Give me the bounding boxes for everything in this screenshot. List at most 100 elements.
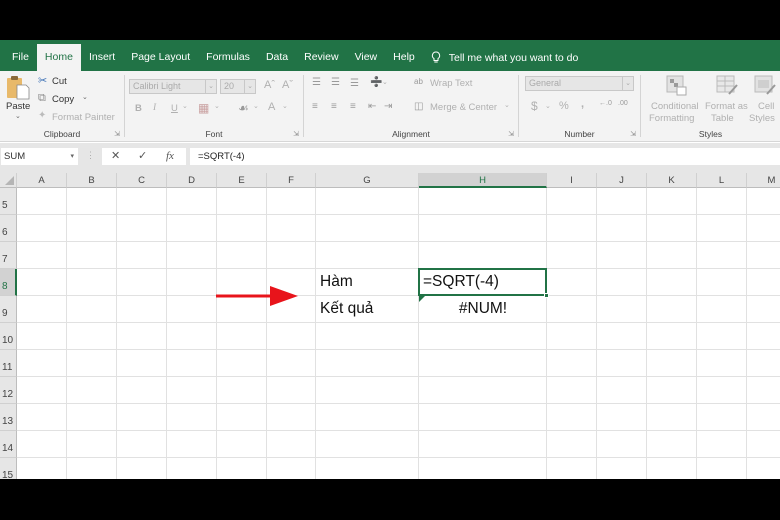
grid-row-line — [17, 349, 780, 350]
column-header-e[interactable]: E — [217, 173, 267, 188]
chevron-down-icon: ⌄ — [205, 80, 216, 93]
row-header-11[interactable]: 11 — [0, 350, 17, 377]
clipboard-paste-icon — [7, 76, 30, 100]
tab-formulas[interactable]: Formulas — [198, 44, 258, 71]
align-left-icon[interactable]: ≡ — [312, 101, 318, 112]
cut-button[interactable]: ✂ Cut — [38, 75, 98, 89]
wrap-text-icon: ab — [414, 77, 423, 86]
tab-view[interactable]: View — [347, 44, 386, 71]
row-header-12[interactable]: 12 — [0, 377, 17, 404]
align-bottom-icon[interactable]: ☰ — [350, 78, 359, 89]
name-box[interactable]: SUM ▾ — [1, 148, 78, 165]
copy-label: Copy — [52, 94, 75, 105]
font-name-combo[interactable]: Calibri Light ⌄ — [129, 79, 217, 94]
tab-data[interactable]: Data — [258, 44, 296, 71]
select-all-button[interactable] — [0, 173, 17, 188]
increase-indent-icon[interactable]: ⇥ — [384, 101, 392, 112]
tab-help[interactable]: Help — [385, 44, 423, 71]
merge-center-button[interactable]: ◫ Merge & Center ⌄ — [414, 101, 514, 115]
fill-handle[interactable] — [544, 293, 549, 298]
row-header-13[interactable]: 13 — [0, 404, 17, 431]
format-as-table-button[interactable]: Format as Table — [703, 74, 749, 124]
borders-icon[interactable]: ▦ — [198, 101, 209, 115]
tell-me-search[interactable]: Tell me what you want to do — [431, 44, 579, 71]
row-header-7[interactable]: 7 — [0, 242, 17, 269]
column-header-a[interactable]: A — [17, 173, 67, 188]
number-format-combo[interactable]: General ⌄ — [525, 76, 634, 91]
font-size-combo[interactable]: 20 ⌄ — [220, 79, 256, 94]
cancel-icon[interactable]: ✕ — [111, 148, 120, 165]
row-header-6[interactable]: 6 — [0, 215, 17, 242]
column-header-g[interactable]: G — [316, 173, 419, 188]
alignment-group: ☰ ☰ ☰ ➗ ⌄ ≡ ≡ ≡ ⇤ ⇥ ab Wrap Text ◫ Merge… — [304, 71, 518, 142]
currency-button[interactable]: $ — [531, 99, 538, 113]
cell-styles-button[interactable]: Cell Styles — [749, 74, 780, 124]
align-middle-icon[interactable]: ☰ — [331, 77, 340, 88]
column-header-l[interactable]: L — [697, 173, 747, 188]
tab-insert[interactable]: Insert — [81, 44, 123, 71]
copy-button[interactable]: ⧉ Copy ⌄ — [38, 92, 100, 107]
column-header-j[interactable]: J — [597, 173, 647, 188]
column-header-i[interactable]: I — [547, 173, 597, 188]
paste-button[interactable]: Paste ⌄ — [4, 74, 32, 122]
paste-dropdown-icon[interactable]: ⌄ — [15, 112, 21, 120]
orientation-icon[interactable]: ➗ — [370, 77, 382, 88]
number-group-label: Number — [564, 129, 595, 139]
row-header-9[interactable]: 9 — [0, 296, 17, 323]
font-launcher-icon[interactable]: ⇲ — [293, 130, 299, 138]
number-launcher-icon[interactable]: ⇲ — [630, 130, 636, 138]
alignment-launcher-icon[interactable]: ⇲ — [508, 130, 514, 138]
tab-review[interactable]: Review — [296, 44, 346, 71]
paintbrush-icon: ✦ — [38, 110, 47, 121]
tab-home[interactable]: Home — [36, 44, 81, 71]
italic-button[interactable]: I — [153, 103, 156, 113]
percent-button[interactable]: % — [559, 100, 569, 112]
wrap-text-label: Wrap Text — [430, 78, 473, 89]
tell-me-text: Tell me what you want to do — [448, 51, 579, 64]
drag-handle-icon[interactable]: ⋮ — [86, 150, 95, 161]
tab-page-layout[interactable]: Page Layout — [123, 44, 198, 71]
clipboard-launcher-icon[interactable]: ⇲ — [114, 130, 120, 138]
increase-decimal-icon[interactable]: ←.0 — [599, 100, 612, 107]
paste-label: Paste — [6, 101, 31, 112]
column-header-k[interactable]: K — [647, 173, 697, 188]
format-painter-button[interactable]: ✦ Format Painter — [38, 110, 118, 125]
row-header-5[interactable]: 5 — [0, 188, 17, 215]
column-header-b[interactable]: B — [67, 173, 117, 188]
bold-button[interactable]: B — [135, 103, 142, 114]
comma-button[interactable]: , — [581, 98, 584, 110]
number-format-value: General — [529, 78, 562, 88]
decrease-decimal-icon[interactable]: .00 — [618, 100, 628, 107]
grid-column-line — [315, 188, 316, 479]
insert-function-icon[interactable]: fx — [166, 148, 174, 165]
row-header-8[interactable]: 8 — [0, 269, 17, 296]
shrink-font-button[interactable]: Aˇ — [282, 79, 293, 91]
font-color-button[interactable]: A — [268, 101, 275, 113]
underline-button[interactable]: U — [171, 103, 178, 114]
tab-file[interactable]: File — [4, 44, 37, 71]
column-header-m[interactable]: M — [747, 173, 780, 188]
select-all-triangle-icon — [5, 176, 14, 185]
active-cell-border — [418, 268, 547, 296]
cell-h9[interactable]: #NUM! — [419, 295, 547, 322]
cell-g9[interactable]: Kết quả — [320, 295, 373, 322]
grow-font-button[interactable]: Aˆ — [264, 79, 275, 91]
align-top-icon[interactable]: ☰ — [312, 77, 321, 88]
font-size-value: 20 — [224, 81, 235, 91]
wrap-text-button[interactable]: ab Wrap Text — [414, 77, 494, 91]
align-right-icon[interactable]: ≡ — [350, 101, 356, 112]
cell-g8[interactable]: Hàm — [320, 268, 353, 295]
fill-color-icon[interactable]: ☙ — [238, 101, 249, 115]
conditional-formatting-button[interactable]: Conditional Formatting — [647, 74, 705, 124]
formula-input[interactable]: =SQRT(-4) — [190, 148, 780, 165]
row-header-14[interactable]: 14 — [0, 431, 17, 458]
column-header-f[interactable]: F — [267, 173, 316, 188]
row-header-15[interactable]: 15 — [0, 458, 17, 479]
align-center-icon[interactable]: ≡ — [331, 101, 337, 112]
enter-check-icon[interactable]: ✓ — [138, 148, 147, 165]
row-header-10[interactable]: 10 — [0, 323, 17, 350]
column-header-d[interactable]: D — [167, 173, 217, 188]
column-header-h[interactable]: H — [419, 173, 547, 188]
decrease-indent-icon[interactable]: ⇤ — [368, 101, 376, 112]
column-header-c[interactable]: C — [117, 173, 167, 188]
